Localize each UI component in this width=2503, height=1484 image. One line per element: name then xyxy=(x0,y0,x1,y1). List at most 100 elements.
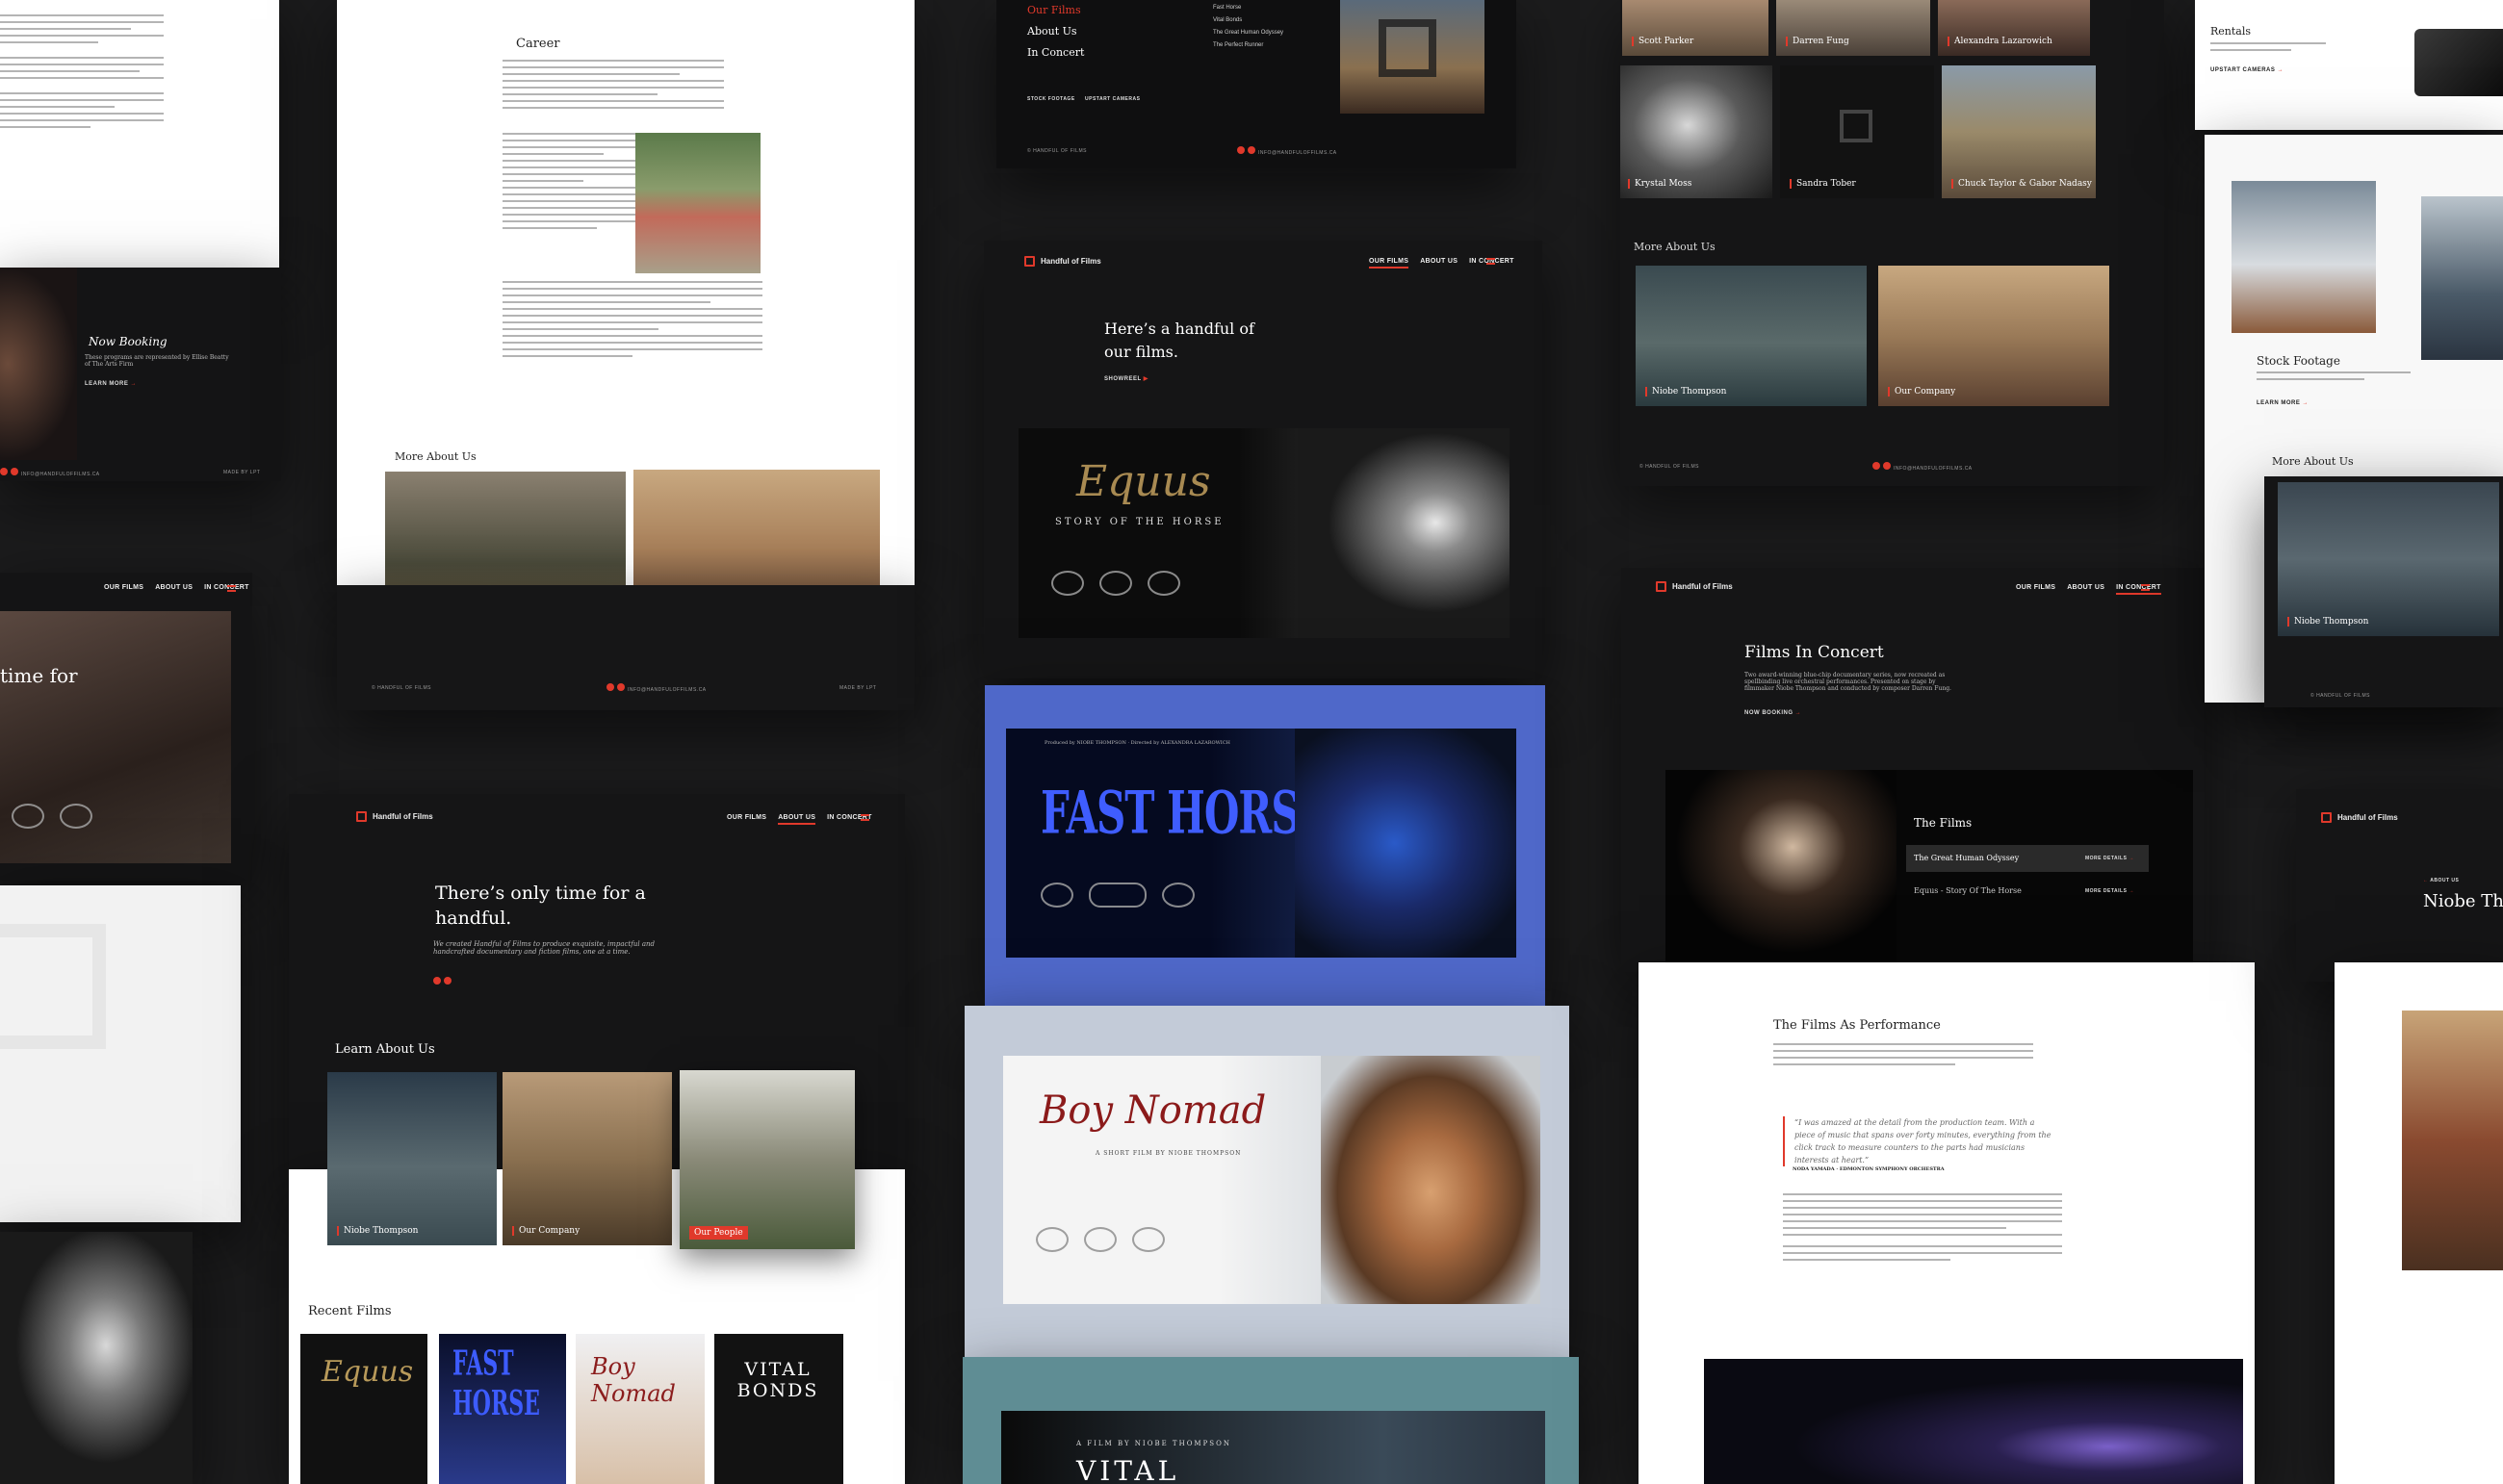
upstart-link[interactable]: UPSTART CAMERAS → xyxy=(2210,67,2284,73)
vimeo-icon[interactable] xyxy=(433,977,441,985)
copyright: © HANDFUL OF FILMS xyxy=(372,685,431,691)
overlay-social[interactable]: INFO@HANDFULOFFILMS.CA xyxy=(1237,146,1337,156)
conductor-photo xyxy=(1665,770,1897,962)
logo-icon xyxy=(356,811,367,822)
menu-icon[interactable] xyxy=(861,814,869,821)
menu-film-3[interactable]: The Great Human Odyssey xyxy=(1213,27,1283,39)
showreel-link[interactable]: SHOWREEL ▶ xyxy=(1104,375,1148,382)
team-name-6: Chuck Taylor & Gabor Nadasy xyxy=(1951,179,2092,189)
team-social[interactable]: INFO@HANDFULOFFILMS.CA xyxy=(1872,462,1973,472)
menu-film-1[interactable]: Fast Horse xyxy=(1213,2,1283,14)
team-photo-5[interactable]: Sandra Tober xyxy=(1780,65,1934,198)
nav-films[interactable]: OUR FILMS xyxy=(2016,584,2055,595)
about-back-link[interactable]: ← ABOUT US xyxy=(2423,878,2459,883)
logo-placeholder-icon xyxy=(1840,110,1872,142)
brand-name: Handful of Films xyxy=(1041,257,1101,266)
poster-equus[interactable]: Equus xyxy=(300,1334,427,1484)
team-name-3: Alexandra Lazarowich xyxy=(1948,37,2052,46)
learn-company-card[interactable]: Our Company xyxy=(503,1072,672,1245)
fast-horse-title: FAST HORSE xyxy=(1041,779,1330,848)
stock-photo-1 xyxy=(2232,181,2376,333)
nav-about[interactable]: ABOUT US xyxy=(778,814,816,825)
menu-upstart-link[interactable]: UPSTART CAMERAS xyxy=(1085,96,1140,102)
poster-fast-horse-title: FAST HORSE xyxy=(452,1343,540,1424)
poster-vital-bonds[interactable]: VITAL BONDS xyxy=(714,1334,843,1484)
fast-horse-banner[interactable]: Produced by NIOBE THOMPSON · Directed by… xyxy=(1006,729,1516,958)
menu-icon[interactable] xyxy=(227,585,236,592)
career-footer: © HANDFUL OF FILMS INFO@HANDFULOFFILMS.C… xyxy=(337,585,915,710)
film-hero-title: time for xyxy=(0,664,78,687)
brand-name: Handful of Films xyxy=(373,812,433,821)
booking-text: These programs are represented by Ellise… xyxy=(85,354,229,368)
equus-banner[interactable]: Equus STORY OF THE HORSE xyxy=(1019,428,1510,638)
equus-title: Equus xyxy=(1076,457,1211,506)
more-company-label: Our Company xyxy=(1888,387,1955,397)
menu-icon[interactable] xyxy=(2141,584,2150,591)
poster-boy-nomad[interactable]: Boy Nomad xyxy=(576,1334,705,1484)
learn-niobe-card[interactable]: Niobe Thompson xyxy=(327,1072,497,1245)
camera-photo xyxy=(2414,29,2503,96)
poster-vital-bonds-title: VITAL BONDS xyxy=(736,1359,819,1401)
menu-film-list: Fast Horse Vital Bonds The Great Human O… xyxy=(1213,2,1283,52)
our-company-card[interactable]: Our Company xyxy=(633,470,880,587)
social-icons[interactable] xyxy=(433,970,454,988)
film1-more[interactable]: MORE DETAILS → xyxy=(2085,856,2134,861)
performance-text-2 xyxy=(1783,1193,2062,1266)
team-photo-6[interactable]: Chuck Taylor & Gabor Nadasy xyxy=(1942,65,2096,198)
rentals-heading: Rentals xyxy=(2210,25,2252,38)
menu-in-concert[interactable]: In Concert xyxy=(1027,42,1084,64)
team-photo-1[interactable]: Scott Parker xyxy=(1622,0,1768,56)
poster-fast-horse[interactable]: FAST HORSE xyxy=(439,1334,566,1484)
right-more-about: More About Us xyxy=(2272,455,2354,468)
brand-logo[interactable]: Handful of Films xyxy=(2321,812,2398,823)
brand-logo[interactable]: Handful of Films xyxy=(356,811,433,822)
brand-logo[interactable]: Handful of Films xyxy=(1656,581,1733,592)
nav-films[interactable]: OUR FILMS xyxy=(727,814,766,825)
booking-learn-more[interactable]: LEARN MORE → xyxy=(85,381,137,387)
film-row-equus[interactable]: Equus - Story Of The Horse MORE DETAILS … xyxy=(1906,878,2149,905)
menu-film-4[interactable]: The Perfect Runner xyxy=(1213,39,1283,52)
team-name-2: Darren Fung xyxy=(1786,37,1849,46)
concert-title: Films In Concert xyxy=(1744,643,1884,662)
body-text xyxy=(0,14,164,133)
more-company-card[interactable]: Our Company xyxy=(1878,266,2109,406)
menu-icon[interactable] xyxy=(1486,258,1495,265)
booking-footer: INFO@HANDFULOFFILMS.CA xyxy=(0,468,100,477)
nav-films[interactable]: OUR FILMS xyxy=(104,584,143,591)
film-row-odyssey[interactable]: The Great Human Odyssey MORE DETAILS → xyxy=(1906,845,2149,872)
right-niobe-label: Niobe Thompson xyxy=(2287,617,2368,627)
footer-made-by: MADE BY LPT xyxy=(839,685,877,691)
right-niobe-card[interactable]: Niobe Thompson © HANDFUL OF FILMS xyxy=(2264,476,2503,707)
menu-our-films[interactable]: Our Films xyxy=(1027,0,1084,21)
team-name-4: Krystal Moss xyxy=(1628,179,1691,189)
facebook-icon[interactable] xyxy=(444,977,452,985)
team-photo-4[interactable]: Krystal Moss xyxy=(1620,65,1772,198)
boy-nomad-section: Boy Nomad A SHORT FILM BY NIOBE THOMPSON xyxy=(965,1006,1569,1362)
team-photo-2[interactable]: Darren Fung xyxy=(1776,0,1930,56)
logo-watermark-icon xyxy=(0,924,106,1049)
nav-about[interactable]: ABOUT US xyxy=(2067,584,2104,595)
mockup-collage: Now Booking These programs are represent… xyxy=(0,0,2503,1484)
menu-stock-link[interactable]: STOCK FOOTAGE xyxy=(1027,96,1075,102)
nav-films[interactable]: OUR FILMS xyxy=(1369,258,1409,269)
nav-about[interactable]: ABOUT US xyxy=(155,584,193,591)
menu-about-us[interactable]: About Us xyxy=(1027,21,1084,42)
brand-logo[interactable]: Handful of Films xyxy=(1024,256,1101,267)
vital-banner[interactable]: A FILM BY NIOBE THOMPSON VITAL xyxy=(1001,1411,1545,1484)
nav-about[interactable]: ABOUT US xyxy=(1420,258,1458,269)
more-niobe-card[interactable]: Niobe Thompson xyxy=(1636,266,1867,406)
team-photo-3[interactable]: Alexandra Lazarowich xyxy=(1938,0,2090,56)
film1-label: The Great Human Odyssey xyxy=(1914,854,2020,862)
footer-social[interactable]: INFO@HANDFULOFFILMS.CA xyxy=(606,683,707,693)
award-laurels xyxy=(12,804,92,829)
menu-film-2[interactable]: Vital Bonds xyxy=(1213,14,1283,27)
nav-concert[interactable]: IN CONCERT xyxy=(2116,584,2161,595)
horse-photo xyxy=(1298,428,1510,638)
learn-people-card[interactable]: Our People xyxy=(680,1070,855,1249)
stock-learn-more[interactable]: LEARN MORE → xyxy=(2257,400,2309,406)
our-people-card[interactable]: Our People xyxy=(385,472,626,587)
film2-more[interactable]: MORE DETAILS → xyxy=(2085,888,2134,894)
concert-now-booking[interactable]: NOW BOOKING → xyxy=(1744,710,1801,716)
boy-nomad-banner[interactable]: Boy Nomad A SHORT FILM BY NIOBE THOMPSON xyxy=(1003,1056,1540,1304)
booking-photo xyxy=(0,268,77,460)
